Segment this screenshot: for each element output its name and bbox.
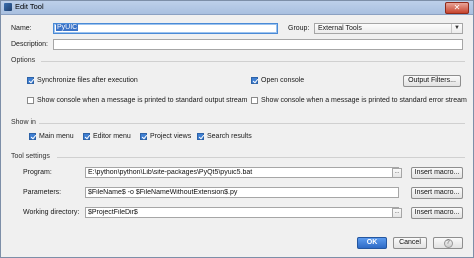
sync-files-check-icon — [27, 77, 34, 84]
project-views-label: Project views — [150, 133, 192, 140]
show-in-divider — [39, 123, 465, 124]
program-label: Program: — [23, 169, 52, 176]
search-results-check-icon — [197, 133, 204, 140]
main-menu-label: Main menu — [39, 133, 74, 140]
editor-menu-checkbox[interactable]: Editor menu — [83, 133, 131, 140]
open-console-check-icon — [251, 77, 258, 84]
edit-tool-dialog: Edit Tool ✕ Name: PyUIC Group: External … — [0, 0, 474, 258]
working-directory-browse-button[interactable]: ... — [392, 208, 402, 218]
show-console-stderr-check-icon — [251, 97, 258, 104]
output-filters-button[interactable]: Output Filters... — [403, 75, 461, 87]
editor-menu-label: Editor menu — [93, 133, 131, 140]
options-section-title: Options — [11, 57, 36, 64]
parameters-field[interactable] — [85, 187, 399, 198]
tool-settings-divider — [57, 157, 465, 158]
close-button[interactable]: ✕ — [445, 2, 469, 14]
group-select[interactable]: External Tools ▼ — [314, 23, 463, 34]
show-console-stderr-label: Show console when a message is printed t… — [261, 97, 467, 104]
group-value: External Tools — [318, 25, 362, 32]
search-results-label: Search results — [207, 133, 252, 140]
title-bar: Edit Tool ✕ — [1, 1, 473, 15]
project-views-check-icon — [140, 133, 147, 140]
show-console-stdout-check-icon — [27, 97, 34, 104]
tool-settings-section-title: Tool settings — [11, 153, 50, 160]
cancel-button[interactable]: Cancel — [393, 237, 427, 249]
working-directory-insert-macro-button[interactable]: Insert macro... — [411, 207, 463, 219]
options-divider — [41, 61, 465, 62]
show-console-stderr-checkbox[interactable]: Show console when a message is printed t… — [251, 97, 467, 104]
sync-files-label: Synchronize files after execution — [37, 77, 138, 84]
app-icon — [4, 3, 12, 11]
sync-files-checkbox[interactable]: Synchronize files after execution — [27, 77, 138, 84]
main-menu-checkbox[interactable]: Main menu — [29, 133, 74, 140]
project-views-checkbox[interactable]: Project views — [140, 133, 191, 140]
main-menu-check-icon — [29, 133, 36, 140]
open-console-checkbox[interactable]: Open console — [251, 77, 304, 84]
program-browse-button[interactable]: ... — [392, 168, 402, 178]
help-icon: ? — [443, 239, 453, 248]
ok-button[interactable]: OK — [357, 237, 387, 249]
show-console-stdout-checkbox[interactable]: Show console when a message is printed t… — [27, 97, 248, 104]
program-insert-macro-button[interactable]: Insert macro... — [411, 167, 463, 179]
working-directory-label: Working directory: — [23, 209, 80, 216]
help-button[interactable]: ? — [433, 237, 463, 249]
group-label: Group: — [288, 25, 310, 32]
editor-menu-check-icon — [83, 133, 90, 140]
parameters-insert-macro-button[interactable]: Insert macro... — [411, 187, 463, 199]
description-field[interactable] — [53, 39, 463, 50]
name-value: PyUIC — [56, 24, 79, 31]
working-directory-field[interactable] — [85, 207, 399, 218]
name-field[interactable]: PyUIC — [53, 23, 278, 34]
show-in-section-title: Show in — [11, 119, 36, 126]
chevron-down-icon: ▼ — [451, 24, 462, 33]
open-console-label: Open console — [261, 77, 305, 84]
show-console-stdout-label: Show console when a message is printed t… — [37, 97, 248, 104]
parameters-label: Parameters: — [23, 189, 62, 196]
description-label: Description: — [11, 41, 48, 48]
window-title: Edit Tool — [15, 2, 44, 11]
program-field[interactable] — [85, 167, 399, 178]
search-results-checkbox[interactable]: Search results — [197, 133, 252, 140]
name-label: Name: — [11, 25, 32, 32]
